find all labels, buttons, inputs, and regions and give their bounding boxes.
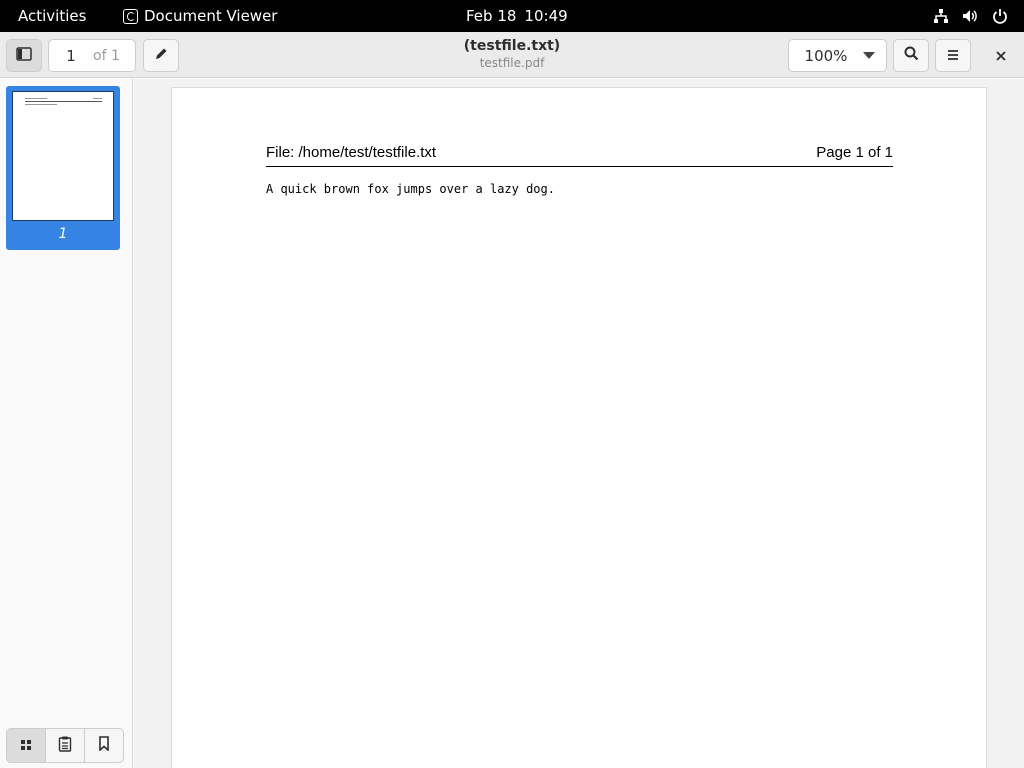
search-icon — [904, 46, 919, 65]
document-outline-icon — [58, 736, 72, 756]
search-button[interactable] — [893, 39, 929, 72]
sidebar: 1 — [0, 79, 133, 768]
document-view[interactable]: File: /home/test/testfile.txt Page 1 of … — [134, 79, 1024, 768]
page-header-page-number: Page 1 of 1 — [816, 144, 893, 161]
clock[interactable]: Feb 18 10:49 — [466, 7, 568, 25]
power-icon — [992, 8, 1008, 24]
zoom-level[interactable]: 100% — [789, 47, 861, 65]
system-top-bar: Activities Document Viewer Feb 18 10:49 — [0, 0, 1024, 32]
activities-button[interactable]: Activities — [18, 7, 86, 25]
document-viewer-icon — [123, 8, 138, 24]
page-number-input[interactable]: 1 — [49, 47, 93, 65]
document-title: (testfile.txt) — [463, 38, 561, 54]
pencil-icon — [154, 46, 168, 65]
tab-outline[interactable] — [45, 728, 85, 763]
network-icon — [933, 8, 949, 24]
system-tray[interactable] — [933, 8, 1008, 24]
document-page[interactable]: File: /home/test/testfile.txt Page 1 of … — [171, 87, 987, 768]
volume-icon — [962, 8, 979, 24]
app-menu[interactable]: Document Viewer — [123, 7, 277, 25]
bookmark-icon — [98, 736, 110, 755]
close-button[interactable] — [985, 39, 1017, 72]
page-header: File: /home/test/testfile.txt Page 1 of … — [266, 144, 893, 167]
tab-bookmarks[interactable] — [84, 728, 124, 763]
window-title: (testfile.txt) testfile.pdf — [312, 38, 712, 70]
page-body-text: A quick brown fox jumps over a lazy dog. — [266, 182, 555, 196]
document-filename: testfile.pdf — [479, 56, 545, 70]
page-count-label: of 1 — [93, 47, 120, 64]
annotate-button[interactable] — [143, 39, 179, 72]
zoom-selector[interactable]: 100% — [788, 39, 887, 72]
page-selector[interactable]: 1 of 1 — [48, 39, 136, 72]
sidebar-icon — [16, 46, 32, 65]
main-menu-button[interactable] — [935, 39, 971, 72]
sidebar-toggle-button[interactable] — [6, 39, 42, 72]
thumbnail-label: 1 — [58, 226, 68, 242]
page-thumbnail[interactable]: 1 — [6, 86, 120, 250]
thumbnail-preview — [12, 91, 114, 221]
tab-thumbnails[interactable] — [6, 728, 46, 763]
grid-icon — [20, 736, 32, 755]
clock-time: 10:49 — [524, 7, 568, 25]
clock-date: Feb 18 — [466, 7, 517, 25]
app-name: Document Viewer — [144, 7, 278, 25]
sidebar-tabs — [6, 728, 124, 763]
hamburger-icon — [947, 46, 959, 65]
close-icon — [996, 46, 1006, 65]
chevron-down-icon[interactable] — [863, 52, 875, 59]
page-header-filename: File: /home/test/testfile.txt — [266, 144, 437, 161]
